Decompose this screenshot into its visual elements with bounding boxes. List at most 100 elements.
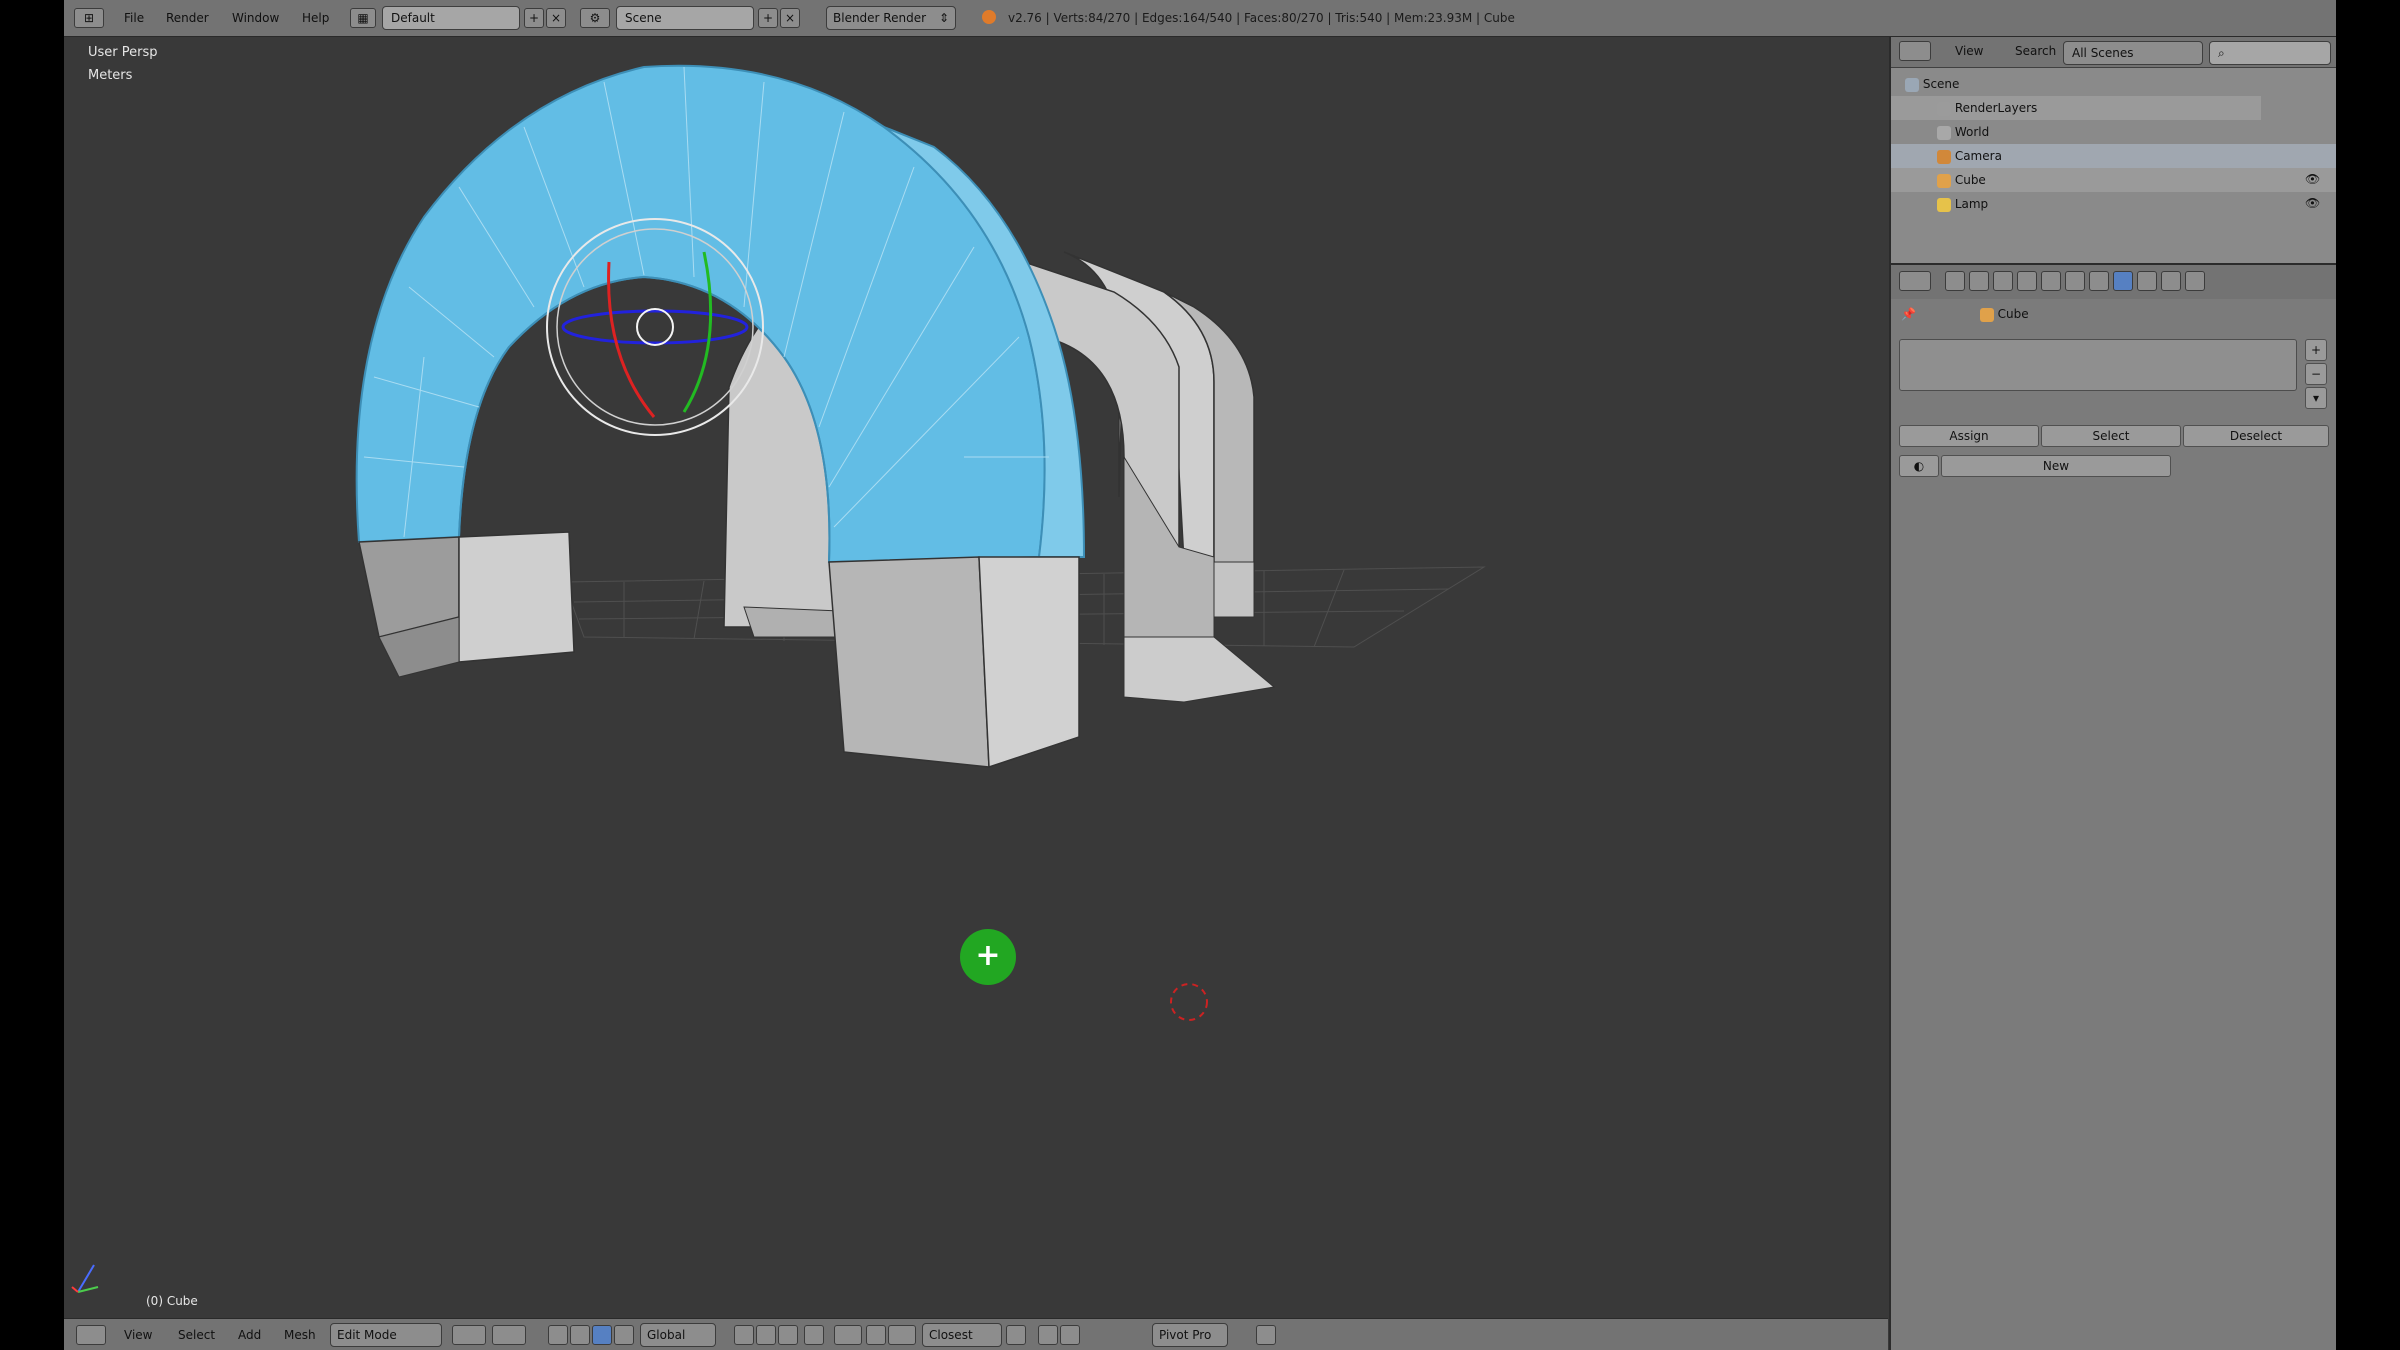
outliner-item-label: Lamp [1954,197,1989,211]
context-breadcrumb: 📌 Cube [1901,303,2029,325]
menu-render[interactable]: Render [166,6,209,30]
texture-tab-icon[interactable] [2137,271,2157,291]
pivot-pro-button[interactable]: Pivot Pro [1152,1323,1228,1347]
scene-canvas [71,64,1486,1293]
snap-target-select[interactable]: Closest [922,1323,1002,1347]
assign-button[interactable]: Assign [1899,425,2039,447]
render-engine-select[interactable]: Blender Render ⇕ [826,6,956,30]
outliner-view-menu[interactable]: View [1955,44,1983,58]
menu-help[interactable]: Help [302,6,329,30]
outliner-item-camera[interactable]: Camera [1891,144,2336,168]
properties-header [1891,263,2336,300]
manipulator-toggle-icon[interactable] [548,1325,568,1345]
rotate-icon[interactable] [592,1325,612,1345]
outliner-editor-icon[interactable] [1899,41,1931,61]
render-animation-icon[interactable] [1060,1325,1080,1345]
screen-layout-icon[interactable]: ▦ [350,8,376,28]
world-icon [1937,125,1951,140]
outliner-search-input[interactable]: ⌕ [2209,41,2331,65]
outliner-item-lamp[interactable]: Lamp [1891,192,2336,216]
add-scene-button[interactable]: + [758,8,778,28]
properties-panel: 📌 Cube + − ▾ Assign Select Deselect ◐ Ne… [1891,299,2336,1350]
viewport-shading-icon[interactable] [452,1325,486,1345]
select-button[interactable]: Select [2041,425,2181,447]
display-mode-label: All Scenes [2072,46,2134,60]
scene-icon [1905,77,1919,92]
data-tab-icon[interactable] [2089,271,2109,291]
outliner-item-world[interactable]: World [1891,120,2261,144]
deselect-button[interactable]: Deselect [2183,425,2329,447]
scale-icon[interactable] [614,1325,634,1345]
orientation-label: Global [647,1328,686,1342]
screen-layout-field[interactable]: Default [382,6,520,30]
snap-element-icon[interactable] [888,1325,916,1345]
pivot-point-icon[interactable] [492,1325,526,1345]
search-icon: ⌕ [2218,46,2225,60]
renderlayers-icon [1937,101,1951,116]
3d-cursor[interactable] [1170,983,1208,1021]
material-tab-icon[interactable] [2113,271,2133,291]
particles-tab-icon[interactable] [2161,271,2181,291]
3d-viewport[interactable]: User Persp Meters (0) Cube + [64,37,1888,1318]
edge-select-icon[interactable] [756,1325,776,1345]
editor-type-button[interactable]: ⊞ [74,8,104,28]
camera-icon [1937,149,1951,164]
pin-icon[interactable]: 📌 [1901,307,1916,321]
material-slot-list[interactable] [1899,339,2297,391]
eye-icon[interactable]: 👁 [2305,196,2320,210]
outliner-item-scene[interactable]: Scene [1891,72,2261,96]
snap-toggle-icon[interactable] [866,1325,886,1345]
remove-scene-button[interactable]: × [780,8,800,28]
remove-layout-button[interactable]: × [546,8,566,28]
addon-icon[interactable] [1256,1325,1276,1345]
limit-selection-icon[interactable] [804,1325,824,1345]
scene-tab-icon[interactable] [1969,271,1989,291]
menu-select[interactable]: Select [178,1323,215,1347]
properties-editor-icon[interactable] [1899,271,1931,291]
physics-tab-icon[interactable] [2185,271,2205,291]
menu-window[interactable]: Window [232,6,279,30]
editor-type-icon[interactable] [76,1325,106,1345]
blender-window: ⊞ File Render Window Help ▦ Default + × … [64,0,2336,1350]
outliner-item-label: World [1954,125,1990,139]
material-browse-button[interactable]: ◐ [1899,455,1939,477]
outliner-item-cube[interactable]: Cube [1891,168,2336,192]
scene-field[interactable]: Scene [616,6,754,30]
outliner-search-menu[interactable]: Search [2015,44,2056,58]
new-material-label: New [2042,459,2070,473]
pivot-pro-label: Pivot Pro [1159,1328,1212,1342]
scene-statistics: v2.76 | Verts:84/270 | Edges:164/540 | F… [1008,11,1515,25]
outliner-item-renderlayers[interactable]: RenderLayers [1891,96,2261,120]
right-panels: View Search All Scenes ⌕ Scene RenderLay… [1889,37,2336,1350]
vertex-select-icon[interactable] [734,1325,754,1345]
render-icon[interactable] [1038,1325,1058,1345]
display-mode-select[interactable]: All Scenes [2063,41,2203,65]
constraints-tab-icon[interactable] [2041,271,2061,291]
mesh-icon [1979,307,1994,322]
snap-align-icon[interactable] [1006,1325,1026,1345]
3d-view-header: View Select Add Mesh Edit Mode Global Cl… [64,1318,1888,1350]
remove-slot-button[interactable]: − [2305,363,2327,385]
mesh-icon [1937,173,1951,188]
mode-select[interactable]: Edit Mode [330,1323,442,1347]
menu-add[interactable]: Add [238,1323,261,1347]
menu-mesh[interactable]: Mesh [284,1323,316,1347]
outliner-header: View Search All Scenes ⌕ [1891,37,2336,68]
modifiers-tab-icon[interactable] [2065,271,2085,291]
orientation-select[interactable]: Global [640,1323,716,1347]
proportional-edit-icon[interactable] [834,1325,862,1345]
arch-front-selected [355,64,1086,769]
add-layout-button[interactable]: + [524,8,544,28]
add-slot-button[interactable]: + [2305,339,2327,361]
menu-file[interactable]: File [124,6,144,30]
menu-view[interactable]: View [124,1323,152,1347]
eye-icon[interactable]: 👁 [2305,172,2320,186]
render-tab-icon[interactable] [1945,271,1965,291]
world-tab-icon[interactable] [1993,271,2013,291]
scene-icon[interactable]: ⚙ [580,8,610,28]
translate-icon[interactable] [570,1325,590,1345]
new-material-button[interactable]: New [1941,455,2171,477]
face-select-icon[interactable] [778,1325,798,1345]
object-tab-icon[interactable] [2017,271,2037,291]
slot-specials-button[interactable]: ▾ [2305,387,2327,409]
